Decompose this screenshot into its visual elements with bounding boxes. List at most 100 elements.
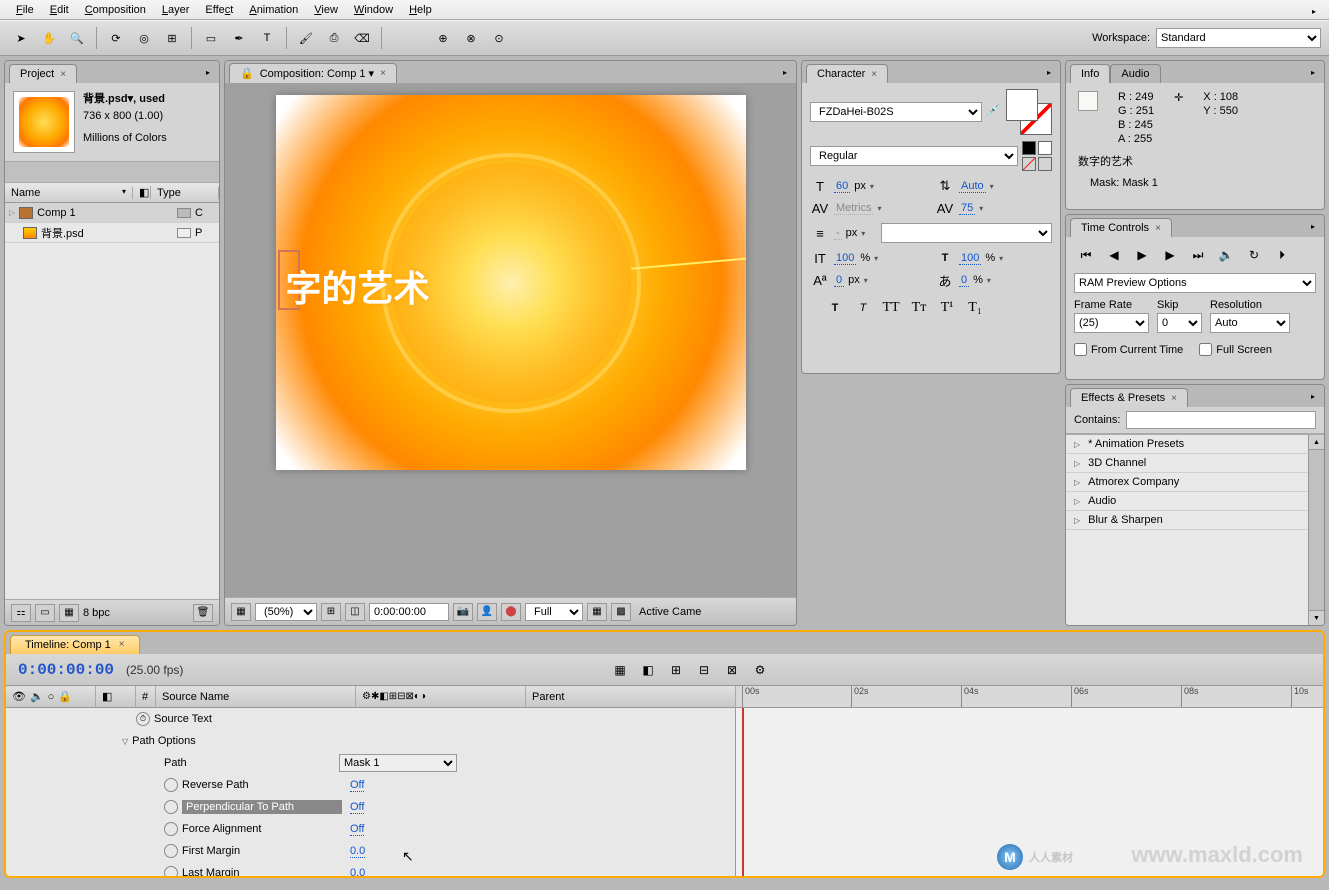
- subscript-icon[interactable]: T₁: [966, 299, 984, 317]
- close-icon[interactable]: ×: [119, 639, 125, 651]
- close-icon[interactable]: ×: [1155, 223, 1161, 234]
- menu-edit[interactable]: Edit: [42, 2, 77, 18]
- col-source-name[interactable]: Source Name: [156, 686, 356, 707]
- panel-menu-icon[interactable]: ▸: [778, 65, 792, 79]
- label-swatch[interactable]: [177, 228, 191, 238]
- speaker-icon[interactable]: 🔈: [30, 690, 44, 703]
- text-color-swatch[interactable]: [1006, 89, 1052, 135]
- col-parent[interactable]: Parent: [526, 686, 736, 707]
- timeline-tab[interactable]: Timeline: Comp 1 ×: [10, 635, 140, 654]
- pan-behind-tool-icon[interactable]: ⊞: [159, 25, 185, 51]
- stopwatch-icon[interactable]: [164, 822, 178, 836]
- axis-world-icon[interactable]: ⊗: [458, 25, 484, 51]
- prop-value[interactable]: Off: [350, 823, 364, 836]
- tl-tool-icon[interactable]: ⚙: [749, 659, 771, 681]
- close-icon[interactable]: ×: [871, 69, 877, 80]
- fx-category[interactable]: ▷Atmorex Company: [1066, 473, 1324, 492]
- menu-window[interactable]: Window: [346, 2, 401, 18]
- stroke-style-dropdown[interactable]: [881, 223, 1052, 243]
- snapshot-icon[interactable]: 📷: [453, 603, 473, 621]
- resolution-icon[interactable]: ⊞: [321, 603, 341, 621]
- font-weight-dropdown[interactable]: Regular: [810, 146, 1018, 166]
- stopwatch-icon[interactable]: ⏱: [136, 712, 150, 726]
- axis-view-icon[interactable]: ⊙: [486, 25, 512, 51]
- selection-tool-icon[interactable]: ➤: [8, 25, 34, 51]
- scrollbar[interactable]: [1308, 435, 1324, 625]
- current-timecode[interactable]: 0:00:00:00: [18, 661, 114, 679]
- col-type[interactable]: Type: [151, 187, 219, 199]
- fx-category[interactable]: ▷* Animation Presets: [1066, 435, 1324, 454]
- vscale-control[interactable]: IT100%▾: [810, 249, 927, 267]
- stroke-width-control[interactable]: ≡-px▾: [810, 224, 873, 242]
- grid-icon[interactable]: ▦: [587, 603, 607, 621]
- effects-tab[interactable]: Effects & Presets ×: [1070, 388, 1188, 407]
- menu-animation[interactable]: Animation: [241, 2, 306, 18]
- mask-icon[interactable]: ▩: [611, 603, 631, 621]
- twirl-down-icon[interactable]: ▽: [122, 737, 128, 746]
- frame-rate-dropdown[interactable]: (25): [1074, 313, 1149, 333]
- eraser-tool-icon[interactable]: ⌫: [349, 25, 375, 51]
- audio-icon[interactable]: 🔈: [1214, 245, 1238, 265]
- menu-view[interactable]: View: [306, 2, 346, 18]
- menu-effect[interactable]: Effect: [197, 2, 241, 18]
- stopwatch-icon[interactable]: [164, 778, 178, 792]
- last-frame-icon[interactable]: ⏭: [1186, 245, 1210, 265]
- prop-path[interactable]: Path Mask 1: [6, 752, 735, 774]
- rect-tool-icon[interactable]: ▭: [198, 25, 224, 51]
- label-col-icon[interactable]: ◧: [96, 686, 136, 707]
- prev-frame-icon[interactable]: ◀: [1102, 245, 1126, 265]
- composition-viewer[interactable]: 字的艺术: [225, 83, 796, 597]
- lock-icon[interactable]: 🔒: [240, 67, 254, 80]
- tl-tool-icon[interactable]: ⊞: [665, 659, 687, 681]
- panel-menu-icon[interactable]: ▸: [1042, 65, 1056, 79]
- menu-layer[interactable]: Layer: [154, 2, 198, 18]
- col-name[interactable]: Name▾: [5, 187, 133, 199]
- close-icon[interactable]: ×: [380, 68, 386, 79]
- flow-icon[interactable]: ⚏: [11, 604, 31, 622]
- playhead[interactable]: [742, 708, 744, 876]
- panel-menu-icon[interactable]: ▸: [201, 65, 215, 79]
- prop-force-alignment[interactable]: Force Alignment Off: [6, 818, 735, 840]
- new-comp-icon[interactable]: ▦: [59, 604, 79, 622]
- prop-path-options[interactable]: ▽ Path Options: [6, 730, 735, 752]
- hscale-control[interactable]: T100%▾: [935, 249, 1052, 267]
- kerning-control[interactable]: AVMetrics▾: [810, 199, 927, 217]
- effects-search-input[interactable]: [1126, 411, 1316, 429]
- path-mask-dropdown[interactable]: Mask 1: [339, 754, 457, 772]
- hand-tool-icon[interactable]: ✋: [36, 25, 62, 51]
- baseline-control[interactable]: Aª0px▾: [810, 271, 927, 289]
- stopwatch-icon[interactable]: [164, 800, 178, 814]
- eyedropper-icon[interactable]: 💉: [986, 104, 1002, 120]
- pen-tool-icon[interactable]: ✒: [226, 25, 252, 51]
- zoom-tool-icon[interactable]: 🔍: [64, 25, 90, 51]
- project-tab[interactable]: Project ×: [9, 64, 77, 83]
- prop-value[interactable]: Off: [350, 779, 364, 792]
- bold-icon[interactable]: T: [826, 299, 844, 317]
- tl-tool-icon[interactable]: ◧: [637, 659, 659, 681]
- full-screen-checkbox[interactable]: Full Screen: [1199, 343, 1272, 356]
- twirl-icon[interactable]: ▷: [9, 208, 15, 217]
- prop-value[interactable]: 0.0: [350, 867, 365, 877]
- first-frame-icon[interactable]: ⏮: [1074, 245, 1098, 265]
- camera-tool-icon[interactable]: ◎: [131, 25, 157, 51]
- allcaps-icon[interactable]: TT: [882, 299, 900, 317]
- tl-tool-icon[interactable]: ⊟: [693, 659, 715, 681]
- prop-value[interactable]: Off: [350, 801, 364, 814]
- composition-tab[interactable]: 🔒 Composition: Comp 1 ▾ ×: [229, 63, 397, 83]
- time-controls-tab[interactable]: Time Controls ×: [1070, 218, 1172, 237]
- show-channel-icon[interactable]: 👤: [477, 603, 497, 621]
- menu-file[interactable]: File: [8, 2, 42, 18]
- fx-category[interactable]: ▷Audio: [1066, 492, 1324, 511]
- trash-icon[interactable]: 🗑: [193, 604, 213, 622]
- smallcaps-icon[interactable]: Tᴛ: [910, 299, 928, 317]
- brush-tool-icon[interactable]: 🖌: [293, 25, 319, 51]
- project-row-comp[interactable]: ▷ Comp 1 C: [5, 203, 219, 223]
- preview-res-dropdown[interactable]: Auto: [1210, 313, 1290, 333]
- camera-label[interactable]: Active Came: [635, 606, 705, 618]
- panel-menu-icon[interactable]: ▸: [1306, 389, 1320, 403]
- bpc-label[interactable]: 8 bpc: [83, 607, 110, 619]
- loop-icon[interactable]: ↻: [1242, 245, 1266, 265]
- resolution-dropdown[interactable]: Full: [525, 603, 583, 621]
- tl-tool-icon[interactable]: ⊠: [721, 659, 743, 681]
- panel-menu-icon[interactable]: ▸: [1306, 219, 1320, 233]
